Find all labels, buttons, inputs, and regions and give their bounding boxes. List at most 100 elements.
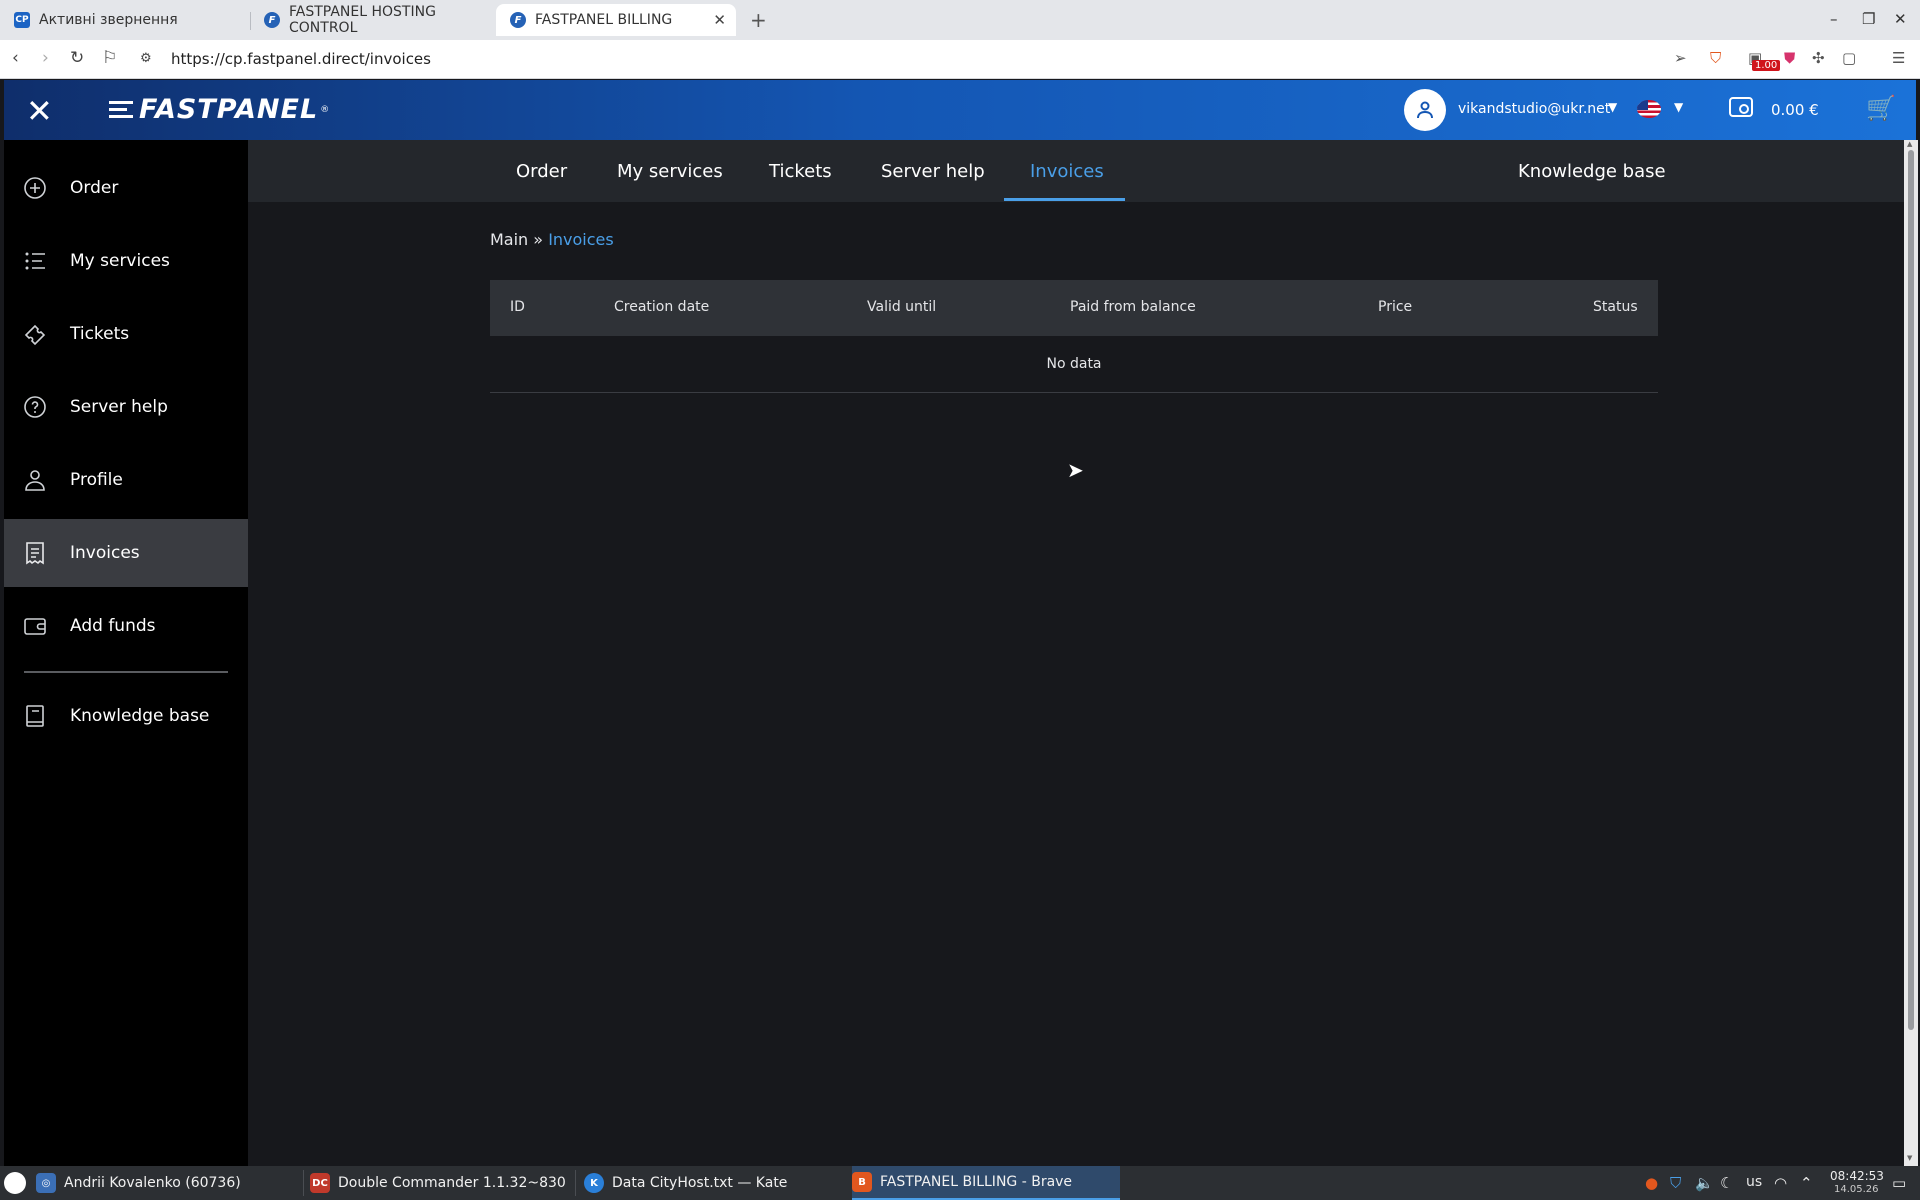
site-settings-icon[interactable]: ⚙ (140, 51, 152, 66)
sidebar-item-label: Server help (70, 397, 168, 417)
browser-tab-1[interactable]: CP Активні звернення (0, 4, 248, 36)
taskbar-item-label: FASTPANEL BILLING - Brave (880, 1174, 1073, 1190)
wallet-icon[interactable] (1729, 97, 1753, 117)
brave-shield-icon[interactable]: ⛉ (1710, 49, 1721, 67)
sidebar-item-server-help[interactable]: Server help (4, 373, 248, 441)
taskbar-item-4[interactable]: B FASTPANEL BILLING - Brave (852, 1166, 1120, 1200)
fastpanel-favicon-icon: F (264, 12, 280, 28)
bookmark-icon[interactable]: ⚐ (102, 48, 117, 68)
empty-state-text: No data (1046, 356, 1102, 372)
wallet-browser-icon[interactable]: ▢ (1842, 49, 1856, 67)
chevron-down-icon[interactable]: ▼ (1608, 100, 1617, 114)
close-window-icon[interactable]: ✕ (1894, 10, 1907, 28)
breadcrumb: Main » Invoices (490, 230, 614, 249)
page-scrollbar[interactable]: ▲ ▼ (1904, 140, 1918, 1166)
plus-circle-icon (22, 175, 48, 201)
breadcrumb-main-link[interactable]: Main (490, 230, 528, 249)
sidebar-item-profile[interactable]: Profile (4, 446, 248, 514)
invoices-table: ID Creation date Valid until Paid from b… (490, 280, 1658, 393)
menu-icon[interactable]: ☰ (1892, 49, 1905, 67)
extensions-puzzle-icon[interactable]: ✣ (1812, 49, 1825, 67)
forward-icon[interactable]: › (42, 48, 49, 68)
breadcrumb-separator: » (533, 230, 544, 249)
table-body: No data (490, 336, 1658, 393)
minimize-icon[interactable]: – (1830, 10, 1838, 28)
show-desktop-icon[interactable]: ▭ (1892, 1174, 1906, 1192)
table-header: ID Creation date Valid until Paid from b… (490, 280, 1658, 336)
night-mode-icon[interactable]: ☾ (1720, 1174, 1733, 1192)
browser-tab-label: Активні звернення (39, 12, 178, 28)
close-sidebar-icon[interactable]: ✕ (26, 92, 53, 130)
user-email[interactable]: vikandstudio@ukr.net (1458, 101, 1610, 117)
sidebar-item-add-funds[interactable]: Add funds (4, 592, 248, 660)
taskbar: ◎ Andrii Kovalenko (60736) DC Double Com… (0, 1166, 1920, 1200)
user-avatar-icon[interactable] (1404, 89, 1446, 131)
balance-amount[interactable]: 0.00 € (1771, 101, 1819, 119)
taskbar-item-label: Double Commander 1.1.32~830 (338, 1175, 566, 1191)
sidebar-item-my-services[interactable]: My services (4, 227, 248, 295)
maximize-icon[interactable]: ❐ (1862, 10, 1875, 28)
browser-tab-2[interactable]: F FASTPANEL HOSTING CONTROL (250, 4, 495, 36)
double-commander-icon: DC (310, 1173, 330, 1193)
clock-date[interactable]: 14.05.26 (1834, 1184, 1879, 1195)
tab-order[interactable]: Order (516, 140, 567, 202)
taskbar-item-1[interactable]: ◎ Andrii Kovalenko (60736) (36, 1166, 302, 1200)
sidebar-item-tickets[interactable]: Tickets (4, 300, 248, 368)
tab-my-services[interactable]: My services (617, 140, 723, 202)
sidebar-divider (24, 671, 228, 673)
us-flag-icon[interactable] (1637, 100, 1661, 118)
cart-icon[interactable]: 🛒 (1866, 94, 1896, 122)
sidebar-item-label: Knowledge base (70, 706, 210, 726)
scroll-up-icon[interactable]: ▲ (1907, 140, 1912, 148)
address-bar: ‹ › ↻ ⚐ ⚙ https://cp.fastpanel.direct/in… (0, 40, 1920, 79)
column-header-valid-until[interactable]: Valid until (867, 299, 936, 315)
fastpanel-logo[interactable]: FASTPANEL ® (109, 94, 329, 125)
main-content: Order My services Tickets Server help In… (248, 140, 1904, 1166)
column-header-paid-from-balance[interactable]: Paid from balance (1070, 299, 1196, 315)
sidebar-item-label: Profile (70, 470, 123, 490)
breadcrumb-current[interactable]: Invoices (548, 230, 614, 249)
privacy-extension-icon[interactable]: ⛊ (1784, 49, 1795, 67)
url-input[interactable]: https://cp.fastpanel.direct/invoices (171, 50, 431, 68)
tray-expand-icon[interactable]: ⌃ (1800, 1174, 1813, 1192)
taskbar-item-label: Andrii Kovalenko (60736) (64, 1175, 241, 1191)
browser-tab-bar: CP Активні звернення F FASTPANEL HOSTING… (0, 0, 1920, 40)
start-menu-icon[interactable] (4, 1172, 26, 1194)
tab-knowledge-base[interactable]: Knowledge base (1518, 140, 1666, 202)
close-tab-icon[interactable]: ✕ (713, 11, 726, 29)
browser-tab-3-active[interactable]: F FASTPANEL BILLING ✕ (496, 4, 736, 36)
clock-time[interactable]: 08:42:53 (1830, 1169, 1884, 1183)
volume-icon[interactable]: 🔈 (1695, 1174, 1714, 1192)
wifi-icon[interactable]: ◠ (1774, 1174, 1787, 1192)
chevron-down-icon[interactable]: ▼ (1674, 100, 1683, 114)
taskbar-item-3[interactable]: K Data CityHost.txt — Kate (584, 1166, 848, 1200)
scroll-down-icon[interactable]: ▼ (1907, 1154, 1912, 1162)
tab-server-help[interactable]: Server help (881, 140, 985, 202)
taskbar-separator (575, 1170, 576, 1196)
sidebar-item-invoices[interactable]: Invoices (4, 519, 248, 587)
sidebar-item-order[interactable]: Order (4, 154, 248, 222)
sidebar-item-knowledge-base[interactable]: Knowledge base (4, 682, 248, 750)
new-tab-icon[interactable]: + (750, 8, 767, 32)
keyboard-layout[interactable]: us (1746, 1174, 1762, 1190)
column-header-price[interactable]: Price (1378, 299, 1412, 315)
column-header-id[interactable]: ID (510, 299, 525, 315)
column-header-creation-date[interactable]: Creation date (614, 299, 709, 315)
cp-favicon-icon: CP (14, 12, 30, 28)
reload-icon[interactable]: ↻ (70, 48, 84, 68)
share-icon[interactable]: ➢ (1674, 49, 1687, 67)
sidebar-item-label: Add funds (70, 616, 156, 636)
tab-tickets[interactable]: Tickets (769, 140, 832, 202)
tab-invoices[interactable]: Invoices (1030, 140, 1104, 202)
browser-tab-label: FASTPANEL HOSTING CONTROL (289, 4, 436, 36)
ticket-icon (22, 321, 48, 347)
taskbar-item-label: Data CityHost.txt — Kate (612, 1175, 788, 1191)
tray-app-icon[interactable]: ● (1645, 1174, 1658, 1192)
sidebar-item-label: Tickets (70, 324, 130, 344)
taskbar-item-2[interactable]: DC Double Commander 1.1.32~830 (310, 1166, 574, 1200)
scrollbar-thumb[interactable] (1908, 150, 1914, 1030)
column-header-status[interactable]: Status (1593, 299, 1638, 315)
back-icon[interactable]: ‹ (12, 48, 19, 68)
tray-shield-icon[interactable]: ⛉ (1670, 1174, 1681, 1192)
taskbar-separator (303, 1170, 304, 1196)
